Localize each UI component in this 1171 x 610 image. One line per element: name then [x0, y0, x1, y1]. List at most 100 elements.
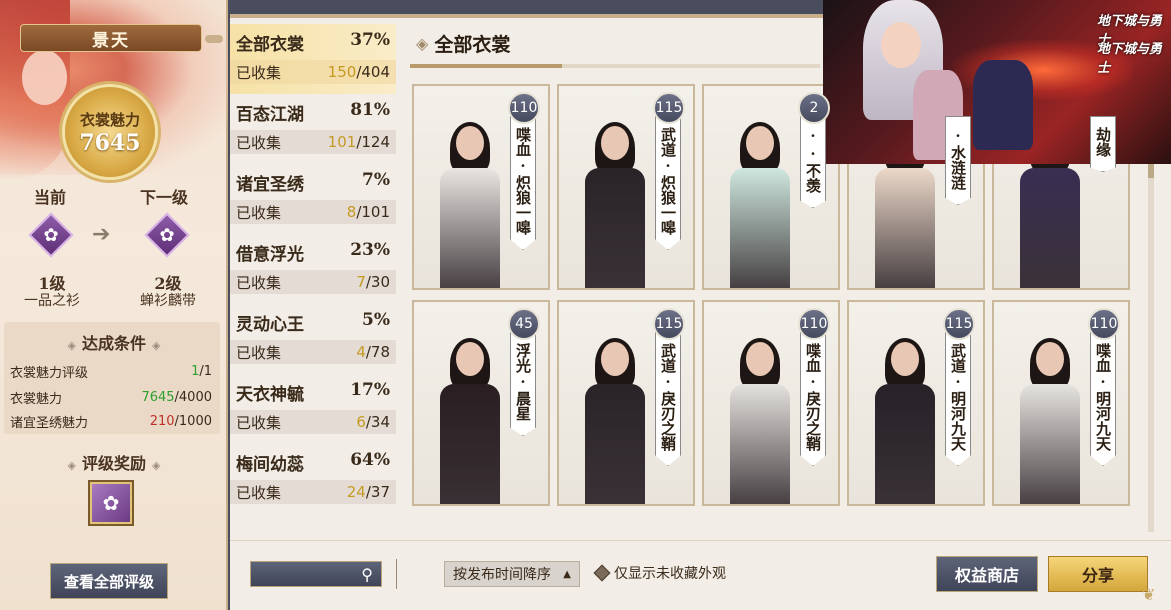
category-percent: 37% — [350, 30, 390, 50]
level-badge: 110 — [508, 92, 540, 124]
uncollected-filter-checkbox[interactable]: 仅显示未收藏外观 — [593, 563, 726, 583]
outfit-card[interactable]: 110 喋血·炽狼一嗥 — [412, 84, 550, 290]
view-all-ratings-button[interactable]: 查看全部评级 — [50, 563, 168, 599]
bottom-bar: ⚲ 按发布时间降序 ▲ 仅显示未收藏外观 权益商店 分享 ❦ — [230, 540, 1171, 610]
category-list: 全部衣裳 37% 已收集 150/404 百态江湖 81% 已收集 101/124 诸宜圣绣 7%… — [230, 24, 396, 508]
outfit-figure — [875, 338, 935, 504]
collected-total: /34 — [365, 413, 390, 431]
outfit-name: ··不羡 — [800, 116, 826, 208]
outfit-figure — [440, 338, 500, 504]
category-name: 梅间幼蕊 — [236, 455, 304, 475]
current-label: 当前 — [34, 188, 67, 207]
level-badge: 110 — [1088, 308, 1120, 340]
category-item[interactable]: 借意浮光 23% 已收集 7/30 — [230, 234, 396, 304]
condition-row: 衣裳魅力评级 1/1 — [10, 363, 212, 381]
outfit-card[interactable]: 45 浮光·晨星 — [412, 300, 550, 506]
collected-label: 已收集 — [236, 273, 282, 292]
arrow-right-icon: ➔ — [92, 222, 111, 247]
collected-total: /37 — [365, 483, 390, 501]
outfit-card[interactable]: 115 武道·戾刃之鞘 — [557, 300, 695, 506]
corner-ornament-icon: ❦ — [1142, 585, 1156, 604]
benefit-shop-button[interactable]: 权益商店 — [936, 556, 1038, 592]
collected-total: /404 — [356, 63, 390, 81]
next-level-lotus-icon[interactable]: ✿ — [144, 212, 190, 258]
outfit-name: 喋血·炽狼一嗥 — [510, 116, 536, 250]
outfit-name: 喋血·戾刃之鞘 — [800, 332, 826, 466]
level-badge: 110 — [798, 308, 830, 340]
category-item[interactable]: 诸宜圣绣 7% 已收集 8/101 — [230, 164, 396, 234]
category-name: 灵动心王 — [236, 315, 304, 335]
category-name: 天衣神毓 — [236, 385, 304, 405]
collected-label: 已收集 — [236, 133, 282, 152]
outfit-figure — [585, 338, 645, 504]
collected-count: 4 — [356, 343, 366, 361]
collected-label: 已收集 — [236, 413, 282, 432]
character-name: 景天 — [20, 24, 223, 52]
level-badge: 115 — [653, 92, 685, 124]
category-percent: 23% — [350, 240, 390, 260]
category-percent: 17% — [350, 380, 390, 400]
category-percent: 81% — [350, 100, 390, 120]
outfit-name: 武道·炽狼一嗥 — [655, 116, 681, 250]
outfit-figure — [730, 122, 790, 288]
level-badge: 2 — [798, 92, 830, 124]
outfit-name: 浮光·晨星 — [510, 332, 536, 436]
level-badge: 115 — [653, 308, 685, 340]
next-label: 下一级 — [140, 188, 189, 207]
collected-label: 已收集 — [236, 483, 282, 502]
collected-count: 24 — [346, 483, 366, 501]
next-level-name: 蝉衫麟带 — [140, 293, 196, 309]
share-button[interactable]: 分享 — [1048, 556, 1148, 592]
category-item[interactable]: 灵动心王 5% 已收集 4/78 — [230, 304, 396, 374]
category-item[interactable]: 百态江湖 81% 已收集 101/124 — [230, 94, 396, 164]
category-percent: 64% — [350, 450, 390, 470]
collected-count: 7 — [356, 273, 366, 291]
category-percent: 5% — [362, 310, 390, 330]
character-panel: 景天 衣裳魅力 7645 当前 下一级 ✿ ➔ ✿ 1级 一品之衫 2级 蝉衫麟… — [0, 0, 228, 610]
outfit-figure — [1020, 338, 1080, 504]
outfit-name: ·水涟涟 — [945, 116, 971, 205]
collected-label: 已收集 — [236, 343, 282, 362]
collected-count: 150 — [327, 63, 357, 81]
current-level-lotus-icon[interactable]: ✿ — [28, 212, 74, 258]
collected-count: 8 — [346, 203, 357, 221]
category-name: 百态江湖 — [236, 105, 304, 125]
search-input[interactable]: ⚲ — [250, 561, 382, 587]
charm-medal: 衣裳魅力 7645 — [62, 84, 158, 180]
collected-label: 已收集 — [236, 203, 282, 222]
ad-logo: 地下城与勇士 — [1097, 42, 1163, 76]
outfit-card[interactable]: 115 武道·明河九天 — [847, 300, 985, 506]
level-badge: 45 — [508, 308, 540, 340]
triangle-up-icon: ▲ — [563, 568, 571, 580]
category-item[interactable]: 天衣神毓 17% 已收集 6/34 — [230, 374, 396, 444]
collected-total: /124 — [356, 133, 390, 151]
section-title: ◈ 全部衣裳 — [416, 34, 511, 56]
sort-dropdown[interactable]: 按发布时间降序 ▲ — [444, 561, 580, 587]
checkbox-icon — [593, 564, 611, 582]
category-item[interactable]: 全部衣裳 37% 已收集 150/404 — [230, 24, 396, 94]
category-name: 诸宜圣绣 — [236, 175, 304, 195]
outfit-figure — [730, 338, 790, 504]
condition-row: 诸宜圣绣魅力 210/1000 — [10, 413, 212, 431]
search-icon: ⚲ — [361, 565, 373, 584]
current-level-name: 一品之衫 — [24, 293, 80, 309]
charm-title: 衣裳魅力 — [79, 110, 140, 129]
outfit-card[interactable]: 115 武道·炽狼一嗥 — [557, 84, 695, 290]
outfit-name: 武道·明河九天 — [945, 332, 971, 466]
collected-total: /101 — [356, 203, 390, 221]
outfit-name: 喋血·明河九天 — [1090, 332, 1116, 466]
category-percent: 7% — [362, 170, 390, 190]
outfit-card[interactable]: 110 喋血·戾刃之鞘 — [702, 300, 840, 506]
reward-item-icon[interactable]: ✿ — [88, 480, 134, 526]
diamond-ornament-icon: ◈ — [416, 34, 429, 53]
outfit-name: 武道·戾刃之鞘 — [655, 332, 681, 466]
outfit-card[interactable]: 110 喋血·明河九天 — [992, 300, 1130, 506]
collection-progress-bar — [410, 64, 820, 68]
category-name: 全部衣裳 — [236, 35, 304, 55]
level-badge: 115 — [943, 308, 975, 340]
charm-value: 7645 — [79, 129, 141, 156]
advertisement-overlay[interactable]: 地下城与勇士 地下城与勇士 — [823, 0, 1171, 164]
collected-count: 101 — [327, 133, 357, 151]
outfit-card[interactable]: 2 ··不羡 — [702, 84, 840, 290]
category-item[interactable]: 梅间幼蕊 64% 已收集 24/37 — [230, 444, 396, 514]
